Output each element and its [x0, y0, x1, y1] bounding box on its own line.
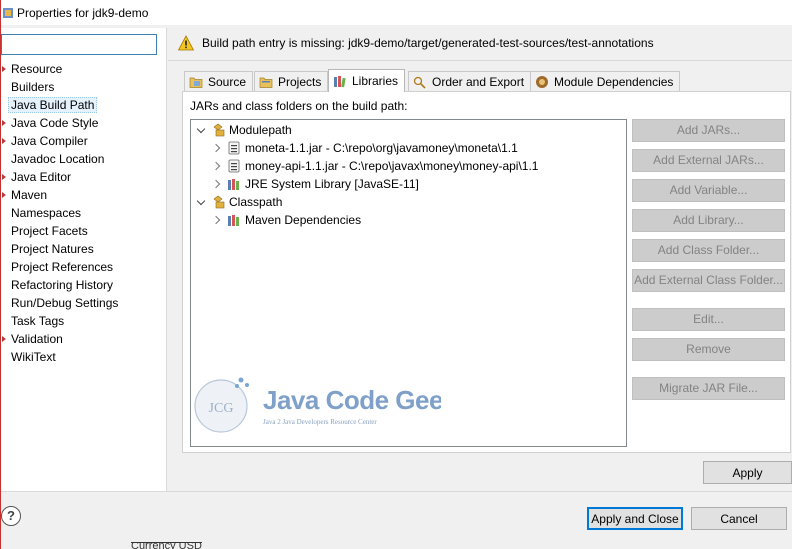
warning-message: Build path entry is missing: jdk9-demo/t…	[202, 36, 654, 50]
tree-item-java-code-style[interactable]: Java Code Style	[1, 114, 166, 132]
add-library-button[interactable]: Add Library...	[632, 209, 785, 232]
tree-item-run-debug-settings[interactable]: Run/Debug Settings	[1, 294, 166, 312]
apply-and-close-button[interactable]: Apply and Close	[587, 507, 683, 530]
library-icon	[228, 179, 239, 190]
title-bar: Properties for jdk9-demo	[1, 0, 792, 25]
chevron-right-icon[interactable]	[213, 179, 223, 189]
source-folder-icon	[189, 77, 203, 88]
libraries-icon	[334, 76, 346, 88]
tree-item-java-compiler[interactable]: Java Compiler	[1, 132, 166, 150]
tree-item-javadoc-location[interactable]: Javadoc Location	[1, 150, 166, 168]
tree-item-java-build-path[interactable]: Java Build Path	[1, 96, 166, 114]
chevron-right-icon[interactable]	[213, 161, 223, 171]
cancel-button[interactable]: Cancel	[691, 507, 787, 530]
build-path-tree[interactable]: Modulepath moneta-1.1.jar - C:\repo\org\…	[190, 119, 627, 447]
expand-arrow-icon[interactable]	[2, 120, 6, 126]
svg-text:Java Code Geeks: Java Code Geeks	[263, 385, 441, 415]
tree-item-wikitext[interactable]: WikiText	[1, 348, 166, 366]
tree-node-classpath[interactable]: Classpath	[197, 193, 282, 211]
tab-projects[interactable]: Projects	[254, 71, 329, 91]
java-code-geeks-watermark: JCG Java Code Geeks Java 2 Java Develope…	[194, 377, 441, 433]
tree-item-refactoring-history[interactable]: Refactoring History	[1, 276, 166, 294]
build-path-tabs: Source Projects Libraries Order and Expo…	[184, 69, 784, 92]
add-jars-button[interactable]: Add JARs...	[632, 119, 785, 142]
order-export-icon	[413, 76, 426, 89]
edit-button[interactable]: Edit...	[632, 308, 785, 331]
migrate-jar-file-button[interactable]: Migrate JAR File...	[632, 377, 785, 400]
build-path-label: JARs and class folders on the build path…	[190, 99, 408, 113]
tree-item-resource[interactable]: Resource	[1, 60, 166, 78]
background-window-text: Currency USD	[131, 542, 202, 549]
tree-node-jre-library[interactable]: JRE System Library [JavaSE-11]	[213, 175, 419, 193]
expand-arrow-icon[interactable]	[2, 336, 6, 342]
divider	[168, 60, 792, 61]
add-variable-button[interactable]: Add Variable...	[632, 179, 785, 202]
tree-node-jar[interactable]: moneta-1.1.jar - C:\repo\org\javamoney\m…	[213, 139, 518, 157]
tree-item-java-editor[interactable]: Java Editor	[1, 168, 166, 186]
expand-arrow-icon[interactable]	[2, 66, 6, 72]
classpath-icon	[213, 195, 225, 209]
expand-arrow-icon[interactable]	[2, 138, 6, 144]
tree-item-project-facets[interactable]: Project Facets	[1, 222, 166, 240]
tab-order-and-export[interactable]: Order and Export	[408, 71, 532, 91]
tree-node-jar[interactable]: money-api-1.1.jar - C:\repo\javax\money\…	[213, 157, 538, 175]
module-dependencies-icon	[536, 75, 548, 88]
svg-text:Java 2 Java Developers Resourc: Java 2 Java Developers Resource Center	[263, 418, 377, 426]
property-page-list: Resource Builders Java Build Path Java C…	[1, 60, 166, 366]
chevron-right-icon[interactable]	[213, 143, 223, 153]
tree-item-task-tags[interactable]: Task Tags	[1, 312, 166, 330]
library-icon	[228, 215, 239, 226]
add-external-jars-button[interactable]: Add External JARs...	[632, 149, 785, 172]
chevron-right-icon[interactable]	[213, 215, 223, 225]
chevron-down-icon[interactable]	[197, 197, 207, 207]
jar-icon	[228, 141, 240, 155]
property-page-tree: Resource Builders Java Build Path Java C…	[1, 28, 167, 491]
add-class-folder-button[interactable]: Add Class Folder...	[632, 239, 785, 262]
tab-module-dependencies[interactable]: Module Dependencies	[530, 71, 681, 91]
svg-text:JCG: JCG	[209, 401, 234, 416]
tree-item-project-natures[interactable]: Project Natures	[1, 240, 166, 258]
divider	[1, 491, 792, 492]
filter-input[interactable]	[1, 34, 157, 55]
projects-icon	[259, 77, 273, 88]
tree-node-maven-dependencies[interactable]: Maven Dependencies	[213, 211, 361, 229]
add-external-class-folder-button[interactable]: Add External Class Folder...	[632, 269, 785, 292]
modulepath-icon	[213, 123, 225, 137]
libraries-tab-content: JARs and class folders on the build path…	[182, 91, 791, 453]
tab-source[interactable]: Source	[184, 71, 254, 91]
tree-item-namespaces[interactable]: Namespaces	[1, 204, 166, 222]
tree-item-maven[interactable]: Maven	[1, 186, 166, 204]
project-icon	[3, 7, 13, 18]
apply-button[interactable]: Apply	[703, 461, 792, 484]
java-build-path-page: Build path entry is missing: jdk9-demo/t…	[168, 28, 792, 491]
jar-icon	[228, 159, 240, 173]
tree-item-project-references[interactable]: Project References	[1, 258, 166, 276]
remove-button[interactable]: Remove	[632, 338, 785, 361]
tree-item-validation[interactable]: Validation	[1, 330, 166, 348]
window-title: Properties for jdk9-demo	[17, 5, 149, 20]
expand-arrow-icon[interactable]	[2, 174, 6, 180]
tree-node-modulepath[interactable]: Modulepath	[197, 121, 292, 139]
warning-bar: Build path entry is missing: jdk9-demo/t…	[168, 28, 792, 60]
tab-libraries[interactable]: Libraries	[328, 69, 406, 92]
warning-icon	[178, 35, 194, 51]
chevron-down-icon[interactable]	[197, 125, 207, 135]
help-icon[interactable]: ?	[1, 506, 21, 526]
tree-item-builders[interactable]: Builders	[1, 78, 166, 96]
properties-dialog: Properties for jdk9-demo Resource Builde…	[0, 0, 792, 549]
expand-arrow-icon[interactable]	[2, 192, 6, 198]
